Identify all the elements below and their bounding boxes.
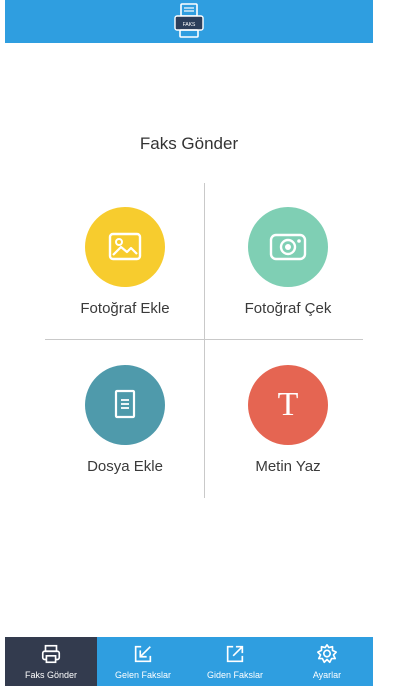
grid-divider-horizontal [45, 339, 363, 340]
tab-settings-label: Ayarlar [312, 670, 342, 680]
add-photo-button[interactable]: Fotoğraf Ekle [45, 207, 205, 317]
take-photo-circle[interactable] [248, 207, 328, 287]
tab-send-fax[interactable]: Faks Gönder [5, 637, 97, 686]
gear-icon [317, 644, 337, 664]
text-icon: T [277, 386, 299, 423]
outbox-arrow-icon [226, 645, 244, 663]
tab-incoming-faxes-label: Gelen Fakslar [114, 670, 172, 680]
write-text-button[interactable]: T Metin Yaz [208, 365, 368, 475]
tab-send-fax-label: Faks Gönder [24, 670, 78, 680]
screen-edge [373, 0, 400, 692]
tab-outgoing-faxes-label: Giden Fakslar [206, 670, 264, 680]
tab-bar: Faks Gönder Gelen Fakslar Giden Fakslar [5, 637, 373, 686]
camera-icon [269, 233, 307, 261]
page-title: Faks Gönder [139, 134, 239, 153]
tab-outgoing-faxes[interactable]: Giden Fakslar [189, 637, 281, 686]
write-text-label: Metin Yaz [255, 458, 321, 475]
add-photo-circle[interactable] [85, 207, 165, 287]
take-photo-button[interactable]: Fotoğraf Çek [208, 207, 368, 317]
printer-icon [41, 644, 61, 664]
header-bar: FAKS [5, 0, 373, 43]
take-photo-label: Fotoğraf Çek [244, 300, 332, 317]
logo-text: FAKS [183, 22, 196, 28]
write-text-circle[interactable]: T [248, 365, 328, 445]
app-screen: FAKS Faks Gönder Fotoğraf Ekle Fotoğraf … [5, 0, 373, 686]
fax-machine-icon: FAKS [174, 3, 204, 38]
inbox-arrow-icon [134, 645, 152, 663]
add-file-circle[interactable] [85, 365, 165, 445]
add-photo-label: Fotoğraf Ekle [80, 300, 170, 317]
document-icon [114, 389, 136, 419]
tab-incoming-faxes[interactable]: Gelen Fakslar [97, 637, 189, 686]
add-file-label: Dosya Ekle [87, 458, 163, 475]
add-file-button[interactable]: Dosya Ekle [45, 365, 205, 475]
image-icon [108, 232, 142, 261]
tab-settings[interactable]: Ayarlar [281, 637, 373, 686]
